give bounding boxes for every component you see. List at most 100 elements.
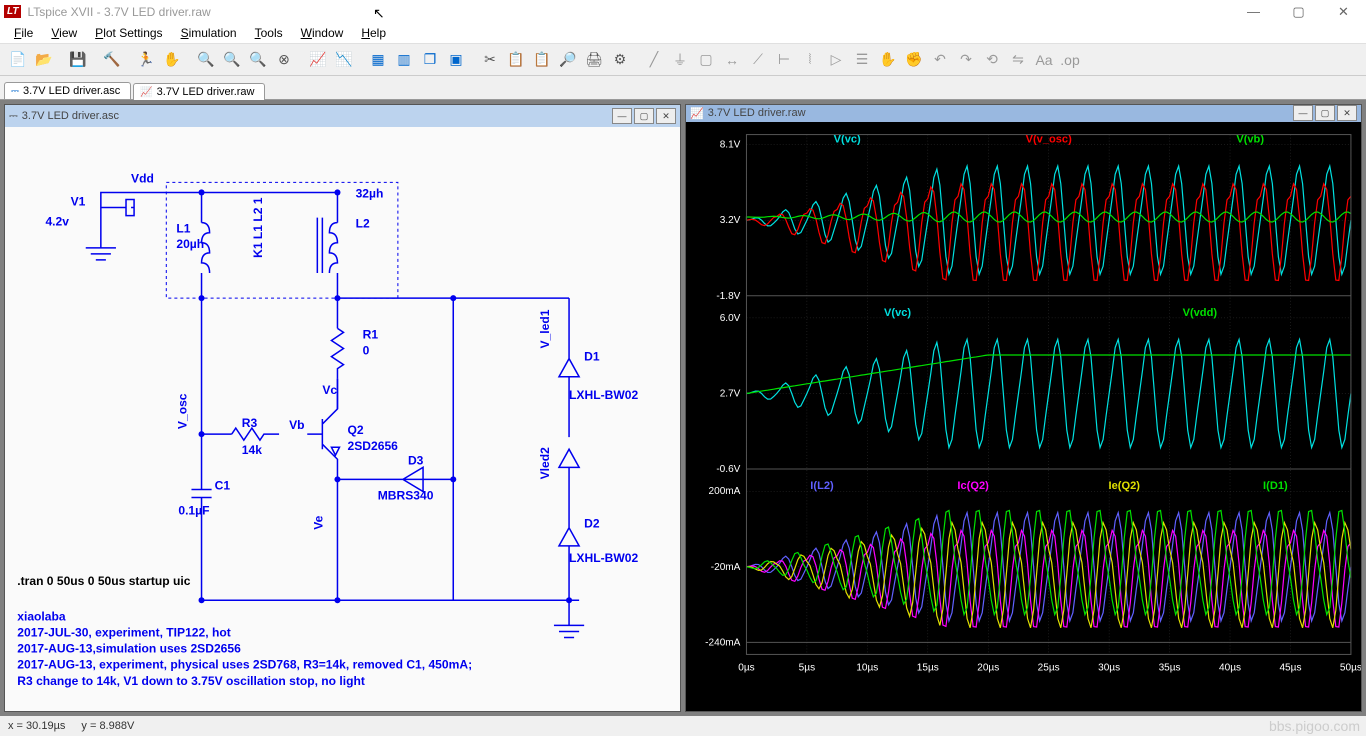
tb-resistor[interactable]: ⟋ — [746, 48, 770, 72]
svg-text:5µs: 5µs — [799, 662, 815, 673]
svg-text:Vc: Vc — [322, 383, 337, 397]
waveform-canvas[interactable]: 0µs5µs10µs15µs20µs25µs30µs35µs40µs45µs50… — [686, 122, 1361, 711]
tb-inductor[interactable]: ⦚ — [798, 48, 822, 72]
menu-window[interactable]: Window — [293, 24, 352, 42]
svg-text:8.1V: 8.1V — [720, 139, 741, 150]
app-logo: LT — [4, 5, 21, 18]
tb-paste[interactable]: 📋 — [530, 48, 554, 72]
tb-diode[interactable]: ▷ — [824, 48, 848, 72]
tb-ground[interactable]: ⏚ — [668, 48, 692, 72]
mdi-max[interactable]: ▢ — [634, 108, 654, 124]
tb-text[interactable]: Aa — [1032, 48, 1056, 72]
svg-text:LXHL-BW02: LXHL-BW02 — [569, 388, 638, 402]
minimize-button[interactable]: — — [1231, 0, 1276, 23]
tb-setup[interactable]: ⚙ — [608, 48, 632, 72]
tb-zoom-out[interactable]: 🔍 — [246, 48, 270, 72]
svg-text:20µs: 20µs — [977, 662, 999, 673]
tb-cut[interactable]: ✂ — [478, 48, 502, 72]
menu-plot-settings[interactable]: Plot Settings — [87, 24, 170, 42]
svg-text:14k: 14k — [242, 443, 262, 457]
schematic-canvas[interactable]: V1 4.2v Vdd L1 20µh K1 L1 L2 1 32µh L2 R… — [5, 127, 680, 711]
tb-rotate[interactable]: ⟲ — [980, 48, 1004, 72]
tb-new[interactable]: 📄 — [6, 48, 30, 72]
svg-text:I(L2): I(L2) — [810, 480, 834, 492]
tb-halt[interactable]: ✋ — [160, 48, 184, 72]
tb-undo[interactable]: ↶ — [928, 48, 952, 72]
mdi-close[interactable]: ✕ — [656, 108, 676, 124]
svg-text:Ve: Ve — [311, 515, 325, 529]
tb-copy[interactable]: 📋 — [504, 48, 528, 72]
window-title: LTspice XVII - 3.7V LED driver.raw — [27, 5, 210, 19]
svg-text:V_osc: V_osc — [175, 393, 189, 429]
menu-simulation[interactable]: Simulation — [173, 24, 245, 42]
close-button[interactable]: ✕ — [1321, 0, 1366, 23]
tb-zoom-fit[interactable]: ⊗ — [272, 48, 296, 72]
svg-text:D1: D1 — [584, 350, 600, 364]
svg-text:R1: R1 — [363, 327, 379, 341]
status-bar: x = 30.19µs y = 8.988V — [0, 716, 1366, 736]
menu-view[interactable]: View — [43, 24, 85, 42]
svg-text:Ie(Q2): Ie(Q2) — [1109, 480, 1141, 492]
tb-tile-v[interactable]: ▥ — [392, 48, 416, 72]
tb-find[interactable]: 🔎 — [556, 48, 580, 72]
tb-autorange[interactable]: 📈 — [306, 48, 330, 72]
svg-text:40µs: 40µs — [1219, 662, 1241, 673]
waveform-titlebar[interactable]: 📈 3.7V LED driver.raw —▢✕ — [686, 105, 1361, 122]
tb-zoom-in[interactable]: 🔍 — [194, 48, 218, 72]
svg-text:I(D1): I(D1) — [1263, 480, 1288, 492]
tb-open[interactable]: 📂 — [32, 48, 56, 72]
tb-net[interactable]: ↔ — [720, 48, 744, 72]
waveform-icon: 📈 — [690, 107, 704, 120]
wmdi-close[interactable]: ✕ — [1337, 105, 1357, 121]
svg-text:0µs: 0µs — [738, 662, 754, 673]
tb-move[interactable]: ✋ — [876, 48, 900, 72]
svg-text:K1 L1 L2 1: K1 L1 L2 1 — [251, 197, 265, 258]
svg-text:D3: D3 — [408, 453, 424, 467]
tb-redo[interactable]: ↷ — [954, 48, 978, 72]
maximize-button[interactable]: ▢ — [1276, 0, 1321, 23]
tab-schematic[interactable]: ⎓3.7V LED driver.asc — [4, 82, 131, 99]
svg-text:2SD2656: 2SD2656 — [348, 439, 399, 453]
schematic-icon: ⎓ — [9, 110, 18, 123]
menu-bar: File View Plot Settings Simulation Tools… — [0, 23, 1366, 44]
wmdi-max[interactable]: ▢ — [1315, 105, 1335, 121]
svg-text:C1: C1 — [215, 478, 231, 492]
svg-text:V(vc): V(vc) — [834, 133, 861, 145]
tb-print[interactable]: 🖨 — [582, 48, 606, 72]
tb-label[interactable]: ▢ — [694, 48, 718, 72]
tb-save[interactable]: 💾 — [66, 48, 90, 72]
tb-wire[interactable]: ╱ — [642, 48, 666, 72]
svg-text:0.1µF: 0.1µF — [178, 504, 209, 518]
schematic-titlebar[interactable]: ⎓ 3.7V LED driver.asc —▢✕ — [5, 105, 680, 127]
menu-help[interactable]: Help — [353, 24, 394, 42]
menu-file[interactable]: File — [6, 24, 41, 42]
wmdi-min[interactable]: — — [1293, 105, 1313, 121]
tb-pick[interactable]: 📉 — [332, 48, 356, 72]
svg-text:2017-AUG-13,simulation uses 2S: 2017-AUG-13,simulation uses 2SD2656 — [17, 642, 241, 656]
tb-pan[interactable]: 🔍 — [220, 48, 244, 72]
svg-text:Q2: Q2 — [348, 423, 364, 437]
svg-text:30µs: 30µs — [1098, 662, 1120, 673]
watermark: bbs.pigoo.com — [1269, 718, 1360, 734]
tb-mirror[interactable]: ⇋ — [1006, 48, 1030, 72]
tb-spice[interactable]: .op — [1058, 48, 1082, 72]
tb-run[interactable]: 🏃 — [134, 48, 158, 72]
svg-text:Vled2: Vled2 — [538, 447, 552, 480]
tb-cascade[interactable]: ❐ — [418, 48, 442, 72]
svg-text:-240mA: -240mA — [705, 637, 741, 648]
svg-text:10µs: 10µs — [856, 662, 878, 673]
svg-text:50µs: 50µs — [1340, 662, 1361, 673]
waveform-title: 3.7V LED driver.raw — [708, 107, 806, 119]
mdi-min[interactable]: — — [612, 108, 632, 124]
tb-capacitor[interactable]: ⊢ — [772, 48, 796, 72]
tb-drag[interactable]: ✊ — [902, 48, 926, 72]
tb-close-all[interactable]: ▣ — [444, 48, 468, 72]
waveform-window: 📈 3.7V LED driver.raw —▢✕ 0µs5µs10µs15µs… — [685, 104, 1362, 712]
tb-tile-h[interactable]: ▦ — [366, 48, 390, 72]
svg-text:D2: D2 — [584, 517, 600, 531]
tb-component[interactable]: ☰ — [850, 48, 874, 72]
menu-tools[interactable]: Tools — [247, 24, 291, 42]
tb-hammer[interactable]: 🔨 — [100, 48, 124, 72]
tab-waveform[interactable]: 📈3.7V LED driver.raw — [133, 83, 265, 100]
svg-text:Vdd: Vdd — [131, 171, 154, 185]
